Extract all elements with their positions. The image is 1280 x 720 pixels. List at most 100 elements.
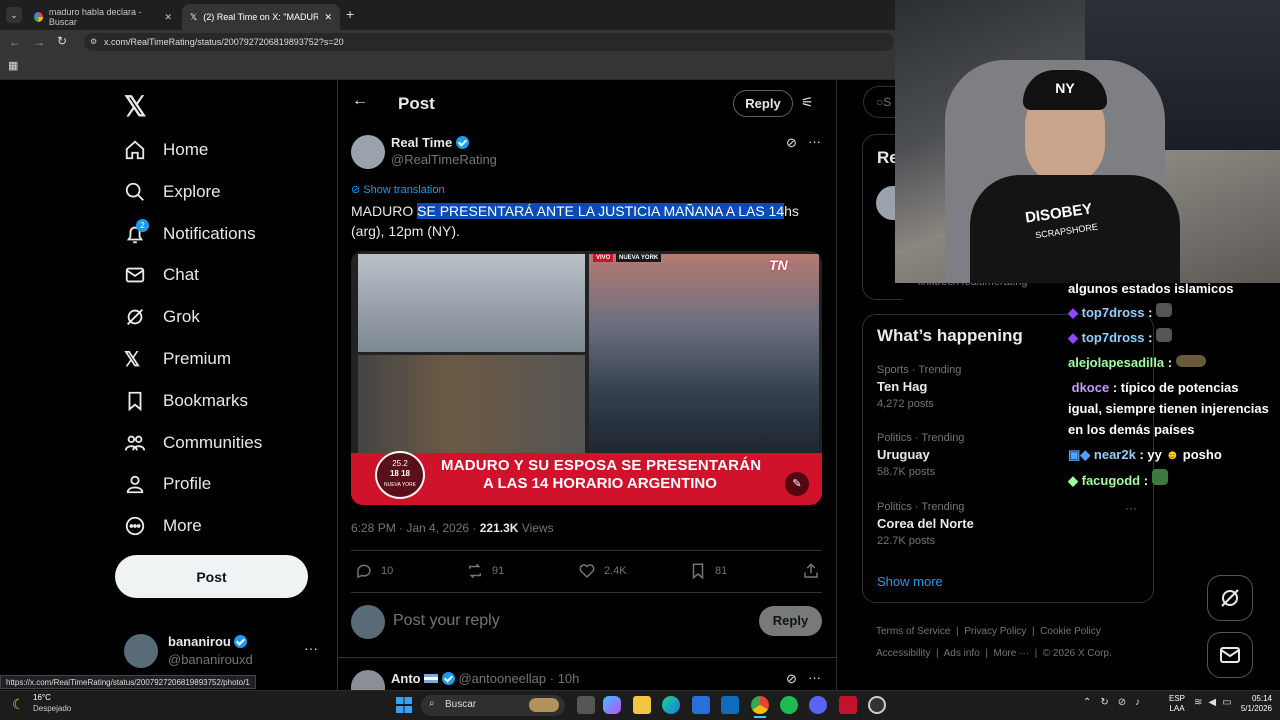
edge-icon[interactable] — [662, 696, 680, 714]
author-avatar[interactable] — [351, 135, 385, 169]
obs-icon[interactable] — [868, 696, 886, 714]
more-dots-icon[interactable]: ··· — [304, 640, 318, 656]
copilot-icon[interactable] — [603, 696, 621, 714]
show-translation-link[interactable]: ⊘ Show translation — [351, 183, 445, 196]
reply-author-handle[interactable]: @antooneellap — [458, 671, 546, 686]
chrome-icon[interactable] — [751, 696, 769, 714]
x-logo-icon[interactable]: 𝕏 — [124, 90, 147, 123]
post-text-line2: (arg), 12pm (NY). — [351, 223, 460, 239]
task-view-icon[interactable] — [577, 696, 595, 714]
spotify-icon[interactable] — [780, 696, 798, 714]
reload-icon[interactable]: ↻ — [57, 34, 67, 48]
chat-message: ◆ facugodd : — [1068, 469, 1168, 491]
network-icon[interactable]: ⊘ — [1118, 697, 1135, 708]
chevron-up-icon[interactable]: ⌃ — [1083, 697, 1100, 708]
weather-widget[interactable]: ☾ 16°C Despejado — [12, 693, 102, 717]
like-action[interactable]: 2.4K — [578, 562, 627, 580]
footer-link[interactable]: Accessibility — [876, 648, 930, 659]
share-action[interactable] — [802, 562, 820, 580]
footer-link[interactable]: More ··· — [994, 648, 1030, 659]
bookmark-action[interactable]: 81 — [689, 562, 727, 580]
close-icon[interactable]: ✕ — [324, 12, 332, 23]
sidebar-item-profile[interactable]: Profile — [124, 467, 211, 501]
url-field[interactable]: ⚙ x.com/RealTimeRating/status/2007927206… — [84, 33, 894, 51]
apps-grid-icon[interactable]: ▦ — [8, 59, 18, 72]
badge-time: 18 18 — [389, 469, 411, 478]
sidebar-item-more[interactable]: More — [124, 509, 202, 543]
reply-submit-button[interactable]: Reply — [759, 606, 822, 636]
site-info-icon[interactable]: ⚙ — [90, 37, 97, 46]
sliders-icon[interactable]: ⚟ — [801, 94, 814, 111]
banner-line1: MADURO Y SU ESPOSA SE PRESENTARÁN — [441, 457, 762, 474]
tray-status-icons[interactable]: ≋◀▭ — [1194, 697, 1238, 708]
reply-author-row: Anto @antooneellap · 10h — [391, 671, 579, 686]
sidebar-item-notifications[interactable]: 2 Notifications — [124, 217, 256, 251]
emote-icon: ☻ — [1165, 447, 1180, 462]
post-button[interactable]: Post — [115, 555, 308, 598]
emote-icon — [1175, 355, 1206, 367]
reply-author-name[interactable]: Anto — [391, 671, 421, 686]
repost-count: 91 — [492, 565, 505, 577]
sidebar-item-explore[interactable]: Explore — [124, 175, 221, 209]
tab-x-post[interactable]: 𝕏 (2) Real Time on X: "MADURO S ✕ — [182, 4, 340, 30]
sync-icon[interactable]: ↻ — [1100, 697, 1117, 708]
footer-link[interactable]: Ads info — [944, 648, 980, 659]
verified-badge-icon — [234, 635, 248, 648]
store-icon[interactable] — [692, 696, 710, 714]
active-app-indicator — [754, 716, 766, 718]
author-name[interactable]: Real Time — [391, 135, 452, 150]
language-indicator[interactable]: ESP LAA — [1169, 694, 1185, 714]
chat-badge-icon: ◆ — [1068, 473, 1078, 488]
more-dots-icon[interactable]: ··· — [808, 134, 821, 149]
grok-float-button[interactable] — [1207, 575, 1253, 621]
show-more-link[interactable]: Show more — [877, 574, 943, 589]
tab-list-chevron-icon[interactable]: ⌄ — [6, 7, 22, 23]
messages-float-button[interactable] — [1207, 632, 1253, 678]
tray-icons[interactable]: ⌃↻⊘♪ — [1083, 697, 1149, 708]
forward-icon[interactable]: → — [33, 35, 45, 49]
mic-icon[interactable]: ♪ — [1135, 697, 1149, 708]
discord-icon[interactable] — [809, 696, 827, 714]
trend-item[interactable]: Politics · Trending Corea del Norte 22.7… — [877, 501, 1141, 547]
close-icon[interactable]: ✕ — [164, 12, 172, 23]
grok-icon[interactable]: ⊘ — [786, 135, 797, 151]
reply-input[interactable]: Post your reply — [393, 612, 753, 630]
author-handle[interactable]: @RealTimeRating — [391, 152, 497, 167]
sidebar-item-premium[interactable]: 𝕏 Premium — [124, 342, 231, 376]
chat-message: dkoce : típico de potencias — [1071, 380, 1239, 395]
divider — [351, 592, 822, 593]
account-switcher[interactable]: bananirou @bananirouxd ··· — [124, 632, 324, 672]
reply-author-avatar[interactable] — [351, 670, 385, 690]
flag-icon — [424, 674, 439, 683]
reply-action[interactable]: 10 — [355, 562, 393, 580]
footer-link[interactable]: Cookie Policy — [1040, 626, 1101, 637]
more-dots-icon[interactable]: ··· — [808, 670, 821, 685]
grok-icon[interactable]: ⊘ — [786, 671, 797, 687]
taskbar-search[interactable]: ⌕ Buscar — [421, 695, 565, 716]
header-reply-button[interactable]: Reply — [733, 90, 793, 117]
sidebar-item-chat[interactable]: Chat — [124, 258, 199, 292]
sidebar-item-bookmarks[interactable]: Bookmarks — [124, 384, 248, 418]
tab-search[interactable]: maduro habla declara - Buscar ✕ — [26, 4, 180, 30]
app-icon[interactable] — [839, 696, 857, 714]
divider — [337, 80, 338, 690]
more-dots-icon[interactable]: ··· — [1125, 501, 1137, 515]
new-tab-button[interactable]: + — [346, 6, 354, 22]
start-button[interactable] — [396, 697, 412, 713]
footer-link[interactable]: Privacy Policy — [964, 626, 1026, 637]
sidebar-item-communities[interactable]: Communities — [124, 426, 262, 460]
back-icon[interactable]: ← — [9, 35, 21, 49]
back-arrow-icon[interactable]: ← — [352, 92, 368, 110]
footer-link[interactable]: Terms of Service — [876, 626, 950, 637]
sidebar-item-home[interactable]: Home — [124, 133, 208, 167]
outlook-icon[interactable] — [721, 696, 739, 714]
file-explorer-icon[interactable] — [633, 696, 651, 714]
clock[interactable]: 05:14 5/1/2026 — [1232, 694, 1272, 714]
post-media[interactable]: VIVO NUEVA YORK TN MADURO Y SU ESPOSA SE… — [351, 251, 822, 505]
repost-action[interactable]: 91 — [466, 562, 504, 580]
divider — [338, 657, 836, 658]
bookmark-icon — [128, 391, 142, 412]
search-icon: ⌕ — [429, 698, 435, 709]
sidebar-item-grok[interactable]: Grok — [124, 300, 200, 334]
media-edit-icon[interactable]: ✎ — [785, 472, 809, 496]
